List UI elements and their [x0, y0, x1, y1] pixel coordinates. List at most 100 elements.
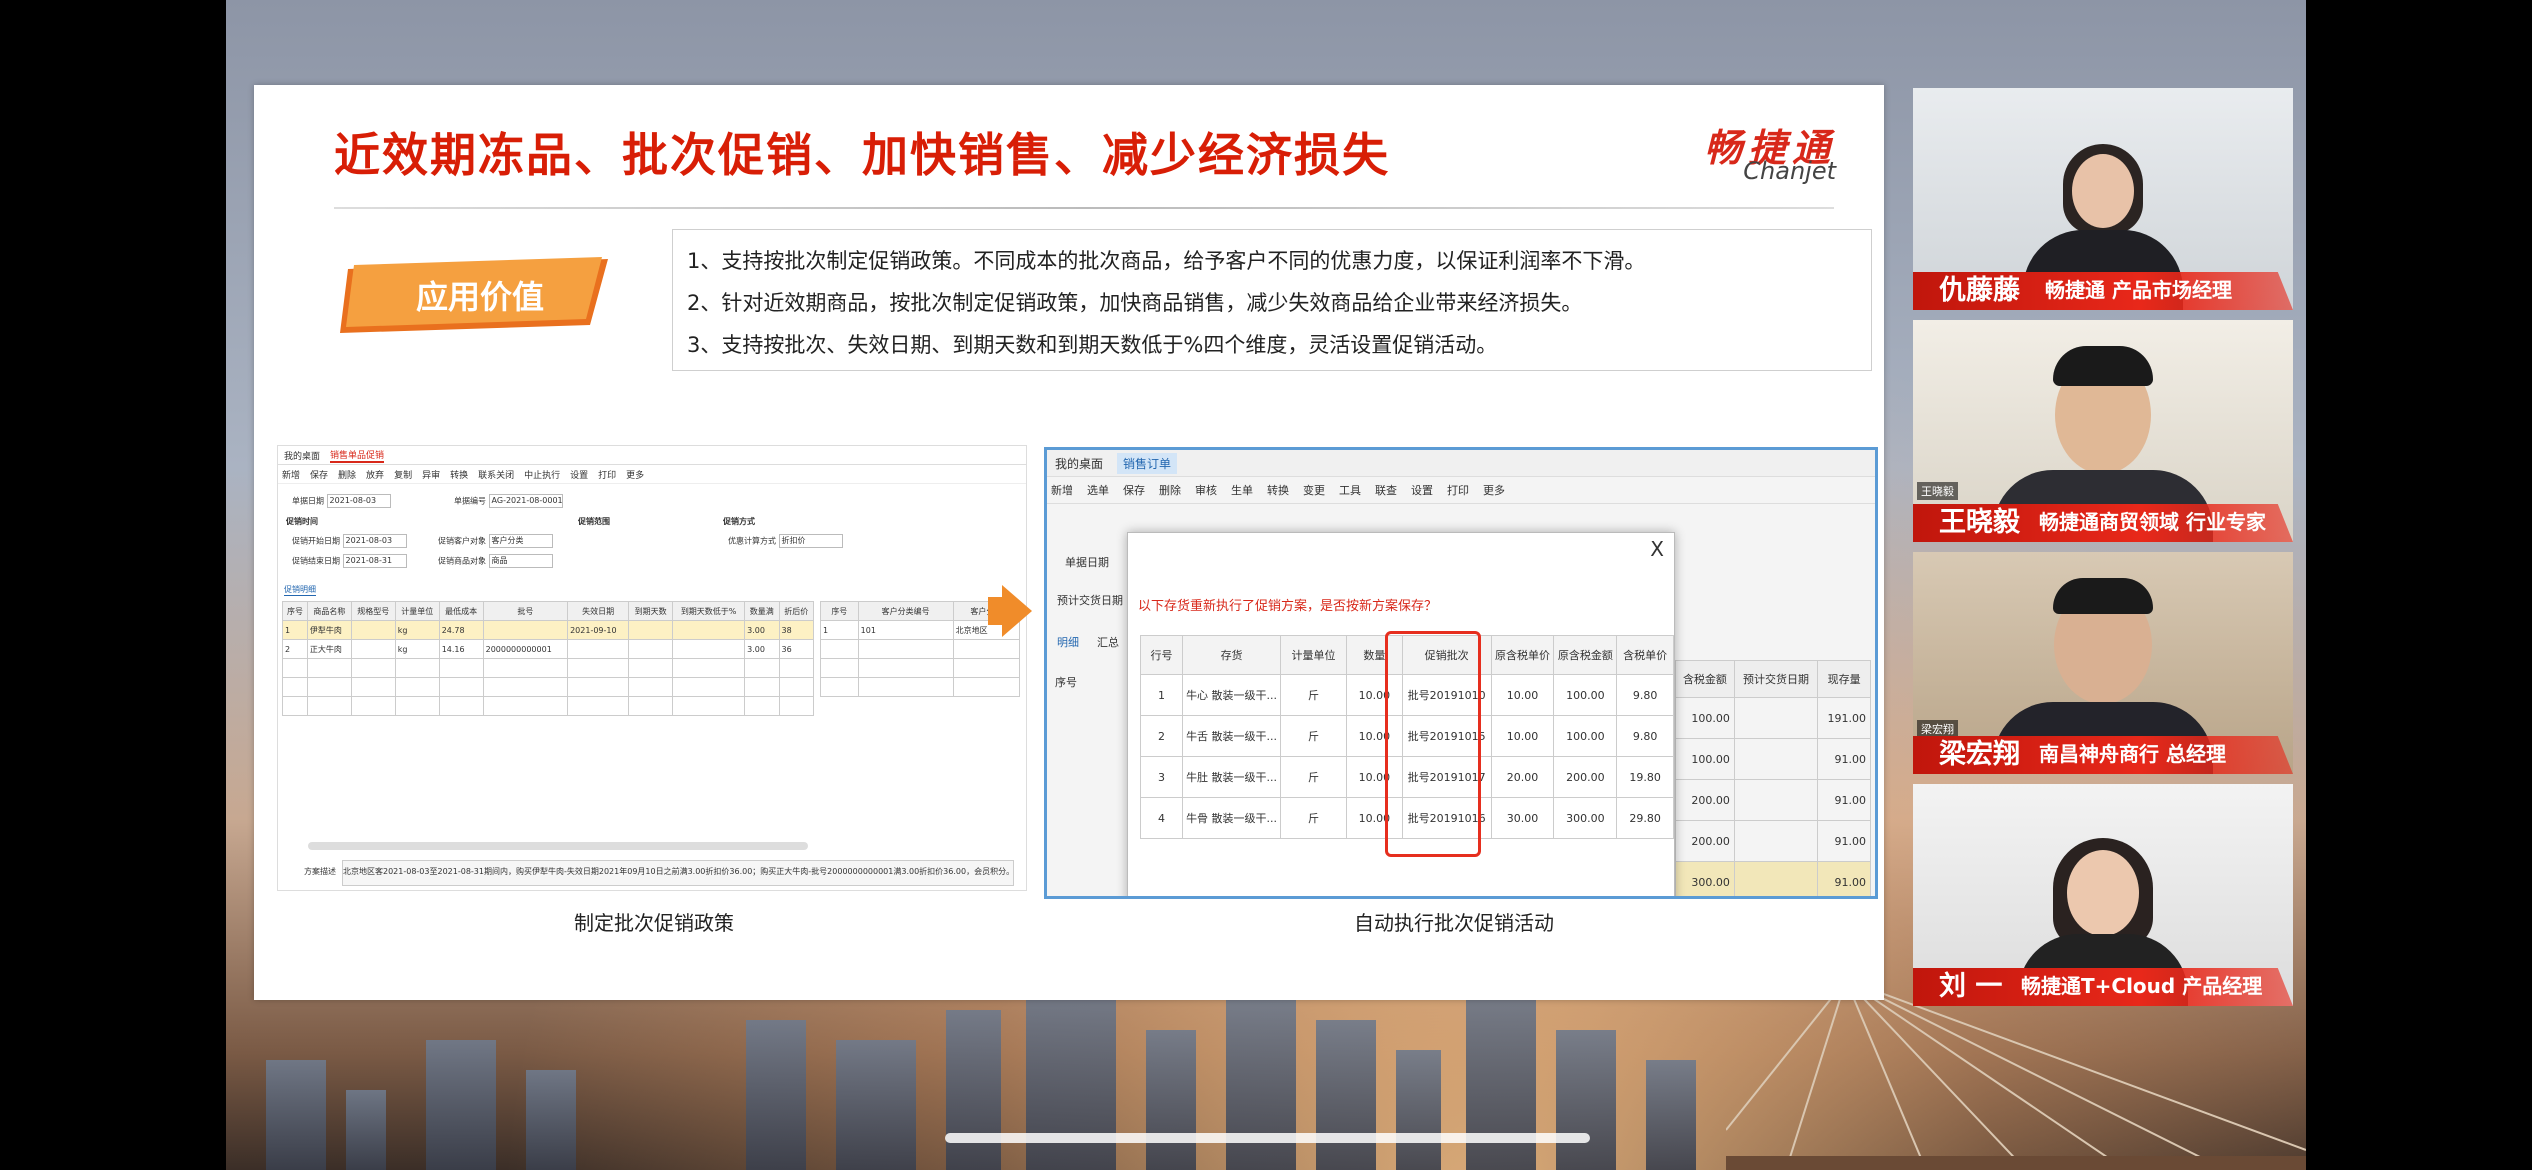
tab-sales-order[interactable]: 销售订单 — [1117, 452, 1178, 474]
sales-order-screenshot: 我的桌面 销售订单 新增 选单 保存 删除 审核 生单 转换 变更 工具 联查 … — [1044, 447, 1878, 899]
value-point: 1、支持按批次制定促销政策。不同成本的批次商品，给予客户不同的优惠力度，以保证利… — [687, 249, 1646, 273]
participant-video-1[interactable]: 仇藤藤 畅捷通 产品市场经理 — [1913, 88, 2293, 310]
table-row[interactable]: 200.00 91.00 — [1675, 779, 1871, 821]
column-header: 商品名称 — [306, 601, 352, 621]
value-point: 2、针对近效期商品，按批次制定促销政策，加快商品销售，减少失效商品给企业带来经济… — [687, 291, 1583, 315]
column-header: 序号 — [1055, 676, 1077, 689]
toolbar-item[interactable]: 中止执行 — [524, 468, 560, 481]
column-header: 序号 — [282, 601, 308, 621]
column-header: 计量单位 — [394, 601, 440, 621]
table-row[interactable]: 100.00 91.00 — [1675, 738, 1871, 780]
toolbar-item[interactable]: 新增 — [282, 468, 300, 481]
participant-tag: 王晓毅 — [1917, 482, 1958, 500]
participant-role: 畅捷通商贸领域 行业专家 — [2039, 510, 2266, 534]
field-label: 促销开始日期 — [292, 536, 340, 546]
toolbar-item[interactable]: 生单 — [1231, 482, 1253, 498]
promotion-detail-table: 序号 商品名称 规格型号 计量单位 最低成本 批号 失效日期 到期天数 到期天数… — [282, 601, 815, 716]
field-label: 优惠计算方式 — [728, 536, 776, 546]
horizontal-scrollbar[interactable] — [308, 842, 808, 850]
table-row-total[interactable]: 300.00 91.00 — [1675, 861, 1871, 896]
field-label: 单据编号 — [454, 496, 486, 506]
toolbar-item[interactable]: 选单 — [1087, 482, 1109, 498]
value-badge-label: 应用价值 — [415, 278, 544, 316]
participant-name: 仇藤藤 — [1939, 275, 2020, 306]
title-divider — [334, 207, 1834, 209]
tab-summary[interactable]: 汇总 — [1097, 634, 1119, 650]
table-row[interactable]: 1 伊犁牛肉 kg 24.78 2021-09-10 3.00 38 — [282, 620, 815, 640]
column-header: 到期天数 — [628, 601, 674, 621]
participant-role: 南昌神舟商行 总经理 — [2039, 742, 2226, 766]
field-label: 单据日期 — [1065, 556, 1109, 569]
column-header: 原含税金额 — [1553, 635, 1618, 675]
table-row[interactable]: 100.00 191.00 — [1675, 697, 1871, 739]
value-point: 3、支持按批次、失效日期、到期天数和到期天数低于%四个维度，灵活设置促销活动。 — [687, 333, 1498, 357]
calc-select[interactable]: 折扣价 — [778, 534, 843, 548]
code-field[interactable]: AG-2021-08-0001 — [488, 494, 563, 508]
toolbar-item[interactable]: 转换 — [1267, 482, 1289, 498]
toolbar-item[interactable]: 打印 — [598, 468, 616, 481]
tab-sales-promotion[interactable]: 销售单品促销 — [330, 448, 385, 463]
tab-desktop[interactable]: 我的桌面 — [284, 449, 320, 462]
toolbar-item[interactable]: 打印 — [1447, 482, 1469, 498]
column-header: 到期天数低于% — [672, 601, 746, 621]
toolbar-item[interactable]: 复制 — [394, 468, 412, 481]
caption-left: 制定批次促销政策 — [574, 911, 734, 935]
toolbar-item[interactable]: 设置 — [1411, 482, 1433, 498]
participant-video-4[interactable]: 刘 一 畅捷通T+Cloud 产品经理 — [1913, 784, 2293, 1006]
column-header: 计量单位 — [1280, 635, 1347, 675]
column-header: 失效日期 — [567, 601, 630, 621]
field-label: 促销客户对象 — [438, 536, 486, 546]
caption-right: 自动执行批次促销活动 — [1354, 911, 1554, 935]
toolbar-item[interactable]: 删除 — [1159, 482, 1181, 498]
toolbar-item[interactable]: 转换 — [450, 468, 468, 481]
dialog-message: 以下存货重新执行了促销方案，是否按新方案保存？ — [1138, 599, 1438, 614]
customer-select[interactable]: 客户分类 — [488, 534, 553, 548]
column-header: 序号 — [820, 601, 859, 621]
table-row[interactable]: 200.00 91.00 — [1675, 820, 1871, 862]
column-header: 规格型号 — [350, 601, 396, 621]
close-icon[interactable]: X — [1650, 537, 1664, 561]
tab-desktop[interactable]: 我的桌面 — [1055, 455, 1103, 472]
end-date-field[interactable]: 2021-08-31 — [342, 554, 407, 568]
right-toolbar: 新增 选单 保存 删除 审核 生单 转换 变更 工具 联查 设置 打印 更多 — [1047, 477, 1875, 504]
toolbar-item[interactable]: 异审 — [422, 468, 440, 481]
toolbar-item[interactable]: 审核 — [1195, 482, 1217, 498]
column-header: 原含税单价 — [1490, 635, 1555, 675]
column-header: 预计交货日期 — [1733, 660, 1819, 698]
presentation-slide: 近效期冻品、批次促销、加快销售、减少经济损失 畅捷通 Chanjet 应用价值 … — [254, 85, 1884, 1000]
toolbar-item[interactable]: 保存 — [310, 468, 328, 481]
column-header: 客户分类编号 — [857, 601, 954, 621]
participant-role: 畅捷通T+Cloud 产品经理 — [2021, 974, 2263, 998]
column-header: 存货 — [1182, 635, 1282, 675]
value-points-box: 1、支持按批次制定促销政策。不同成本的批次商品，给予客户不同的优惠力度，以保证利… — [672, 229, 1872, 371]
column-header: 最低成本 — [438, 601, 484, 621]
toolbar-item[interactable]: 更多 — [626, 468, 644, 481]
tab-detail[interactable]: 明细 — [1057, 634, 1079, 650]
toolbar-item[interactable]: 工具 — [1339, 482, 1361, 498]
toolbar-item[interactable]: 新增 — [1051, 482, 1073, 498]
toolbar-item[interactable]: 更多 — [1483, 482, 1505, 498]
participant-role: 畅捷通 产品市场经理 — [2045, 278, 2232, 302]
home-indicator[interactable] — [945, 1133, 1590, 1143]
toolbar-item[interactable]: 保存 — [1123, 482, 1145, 498]
left-toolbar: 新增 保存 删除 放弃 复制 异审 转换 联系关闭 中止执行 设置 打印 更多 — [278, 465, 1026, 484]
date-field[interactable]: 2021-08-03 — [326, 494, 391, 508]
goods-select[interactable]: 商品 — [488, 554, 553, 568]
tab-promotion-detail[interactable]: 促销明细 — [284, 584, 316, 596]
field-label: 预计交货日期 — [1057, 594, 1123, 607]
participant-video-3[interactable]: 梁宏翔 梁宏翔 南昌神舟商行 总经理 — [1913, 552, 2293, 774]
toolbar-item[interactable]: 联系关闭 — [478, 468, 514, 481]
participant-video-2[interactable]: 王晓毅 王晓毅 畅捷通商贸领域 行业专家 — [1913, 320, 2293, 542]
start-date-field[interactable]: 2021-08-03 — [342, 534, 407, 548]
section-title: 促销范围 — [578, 517, 610, 526]
field-label: 单据日期 — [292, 496, 324, 506]
column-header: 现存量 — [1817, 660, 1871, 698]
remark-field[interactable]: 北京地区客2021-08-03至2021-08-31期间内，购买伊犁牛肉-失效日… — [342, 860, 1014, 886]
toolbar-item[interactable]: 变更 — [1303, 482, 1325, 498]
toolbar-item[interactable]: 联查 — [1375, 482, 1397, 498]
toolbar-item[interactable]: 删除 — [338, 468, 356, 481]
toolbar-item[interactable]: 放弃 — [366, 468, 384, 481]
toolbar-item[interactable]: 设置 — [570, 468, 588, 481]
column-header: 含税单价 — [1616, 635, 1674, 675]
table-row[interactable]: 2 正大牛肉 kg 14.16 2000000000001 3.00 36 — [282, 639, 815, 659]
